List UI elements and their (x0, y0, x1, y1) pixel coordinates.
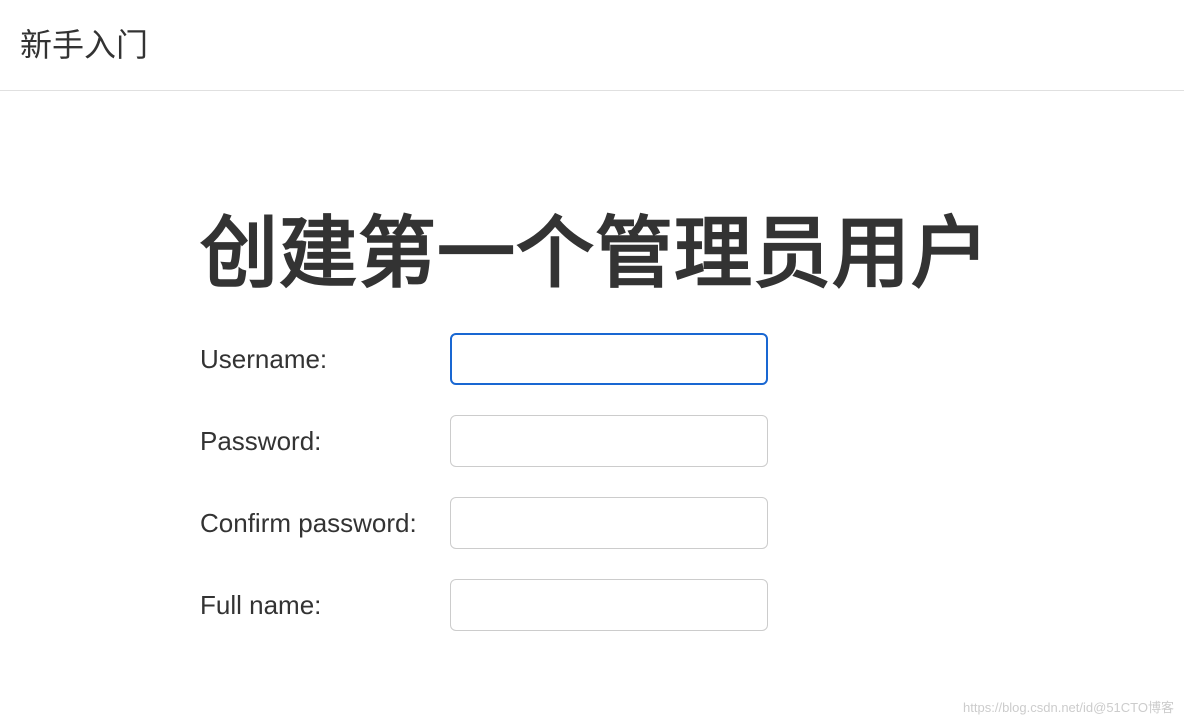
password-label: Password: (200, 426, 450, 457)
page-header: 新手入门 (0, 0, 1184, 91)
confirm-password-label: Confirm password: (200, 508, 450, 539)
confirm-password-input[interactable] (450, 497, 768, 549)
full-name-label: Full name: (200, 590, 450, 621)
username-row: Username: (200, 333, 1184, 385)
header-title: 新手入门 (20, 20, 1164, 66)
main-content: 创建第一个管理员用户 Username: Password: Confirm p… (0, 91, 1184, 631)
page-heading: 创建第一个管理员用户 (200, 191, 1184, 303)
password-row: Password: (200, 415, 1184, 467)
username-input[interactable] (450, 333, 768, 385)
full-name-row: Full name: (200, 579, 1184, 631)
full-name-input[interactable] (450, 579, 768, 631)
confirm-password-row: Confirm password: (200, 497, 1184, 549)
password-input[interactable] (450, 415, 768, 467)
watermark: https://blog.csdn.net/id@51CTO博客 (963, 697, 1174, 716)
username-label: Username: (200, 344, 450, 375)
